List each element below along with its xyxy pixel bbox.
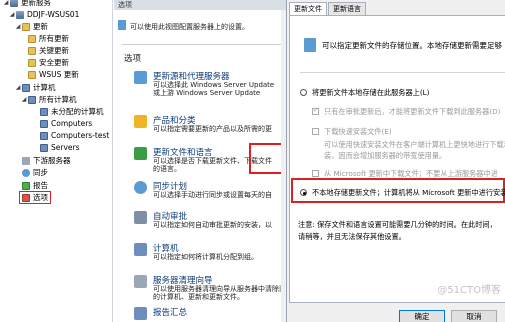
watermark: @51CTO博客	[437, 285, 501, 296]
cancel-button[interactable]: 取消	[451, 310, 497, 322]
storage-icon	[304, 38, 316, 52]
checkbox-download-from-mu[interactable]	[312, 170, 319, 177]
globe-icon	[134, 71, 147, 84]
server-icon	[16, 10, 24, 19]
radio-no-local-store-label: 不本地存储更新文件；计算机将从 Microsoft 更新中进行安装	[312, 188, 505, 197]
tree-node-all-computers[interactable]: ◢ 所有计算机	[20, 94, 77, 105]
express-description-line1: 可以使用快速安装文件在客户端计算机上更快地进行下载和安装	[324, 140, 505, 149]
tab-update-files[interactable]: 更新文件	[289, 2, 327, 16]
option-reporting-rollup[interactable]: 报告汇总	[134, 306, 286, 322]
panel-divider	[300, 72, 505, 73]
info-icon	[118, 20, 126, 30]
updates-view-icon	[28, 46, 36, 55]
updates-view-icon	[28, 58, 36, 67]
option-update-source-proxy[interactable]: 更新源和代理服务器 可以选择此 Windows Server Update 或上…	[134, 70, 286, 100]
computer-group-icon	[40, 131, 48, 140]
tree-node-all-updates[interactable]: 所有更新	[28, 33, 69, 44]
note-line2: 请稍等，并且无法保存其他设置。	[298, 232, 406, 241]
computer-group-icon	[28, 95, 36, 104]
tab-update-languages[interactable]: 更新语言	[328, 2, 366, 16]
updates-folder-icon	[22, 22, 30, 31]
ok-button[interactable]: 确定	[399, 310, 445, 322]
panel-description: 可以指定更新文件的存储位置。本地存储更新需要足够	[322, 41, 502, 50]
navigation-tree: ◢ 更新服务 ◢ DDJF-WSUS01 ◢ 更新 所有更新 关键更新 安全更新 WS…	[0, 0, 113, 322]
tree-node-options[interactable]: 选项	[19, 191, 51, 204]
computer-group-icon	[40, 119, 48, 128]
schedule-icon	[134, 181, 147, 194]
collapse-icon[interactable]: ◢	[2, 0, 10, 8]
computer-group-icon	[40, 107, 48, 116]
options-pane: 选项 可以使用此视图配置服务器上的设置。 选项 更新源和代理服务器 可以选择此 …	[114, 0, 286, 322]
pane-header: 选项	[114, 0, 286, 10]
tree-node-downstream-servers[interactable]: 下游服务器	[22, 155, 71, 166]
tree-node-unassigned-computers[interactable]: 未分配的计算机	[40, 106, 104, 117]
option-computers[interactable]: 计算机 可以指定如何将计算机分配到组。	[134, 242, 286, 272]
approvals-icon	[134, 211, 147, 224]
updates-view-icon	[28, 34, 36, 43]
radio-no-local-store[interactable]	[300, 189, 307, 196]
tree-node-wsus-updates[interactable]: WSUS 更新	[28, 69, 79, 80]
cleanup-icon	[134, 275, 147, 288]
tree-node-server[interactable]: ◢ DDJF-WSUS01	[8, 9, 80, 20]
tree-node-computers[interactable]: ◢ 计算机	[14, 82, 56, 93]
checkbox-express-files-label: 下载快速安装文件(E)	[324, 127, 392, 136]
tree-node-computers-test[interactable]: Computers-test	[40, 130, 109, 141]
collapse-icon[interactable]: ◢	[14, 21, 22, 32]
pane-description: 可以使用此视图配置服务器上的设置。	[130, 23, 249, 31]
computers-icon	[22, 83, 30, 92]
collapse-icon[interactable]: ◢	[20, 94, 28, 105]
radio-store-local-label: 将更新文件本地存储在此服务器上(L)	[312, 88, 430, 97]
update-files-icon	[134, 147, 147, 160]
tab-panel-update-files: 可以指定更新文件的存储位置。本地存储更新需要足够 将更新文件本地存储在此服务器上…	[289, 15, 505, 303]
options-icon	[22, 193, 30, 202]
reports-icon	[22, 181, 30, 190]
dialog-tabs: 更新文件 更新语言	[289, 2, 367, 16]
collapse-icon[interactable]: ◢	[8, 9, 16, 20]
section-divider	[122, 44, 286, 45]
express-description-line2: 装，因而会增加服务器的带宽使用量。	[324, 151, 447, 160]
tree-node-reports[interactable]: 报告	[22, 180, 48, 191]
products-icon	[134, 115, 147, 128]
tree-node-synchronizations[interactable]: 同步	[22, 167, 48, 178]
computer-group-icon	[40, 143, 48, 152]
tree-node-servers[interactable]: Servers	[40, 142, 80, 153]
checkbox-approved-only[interactable]	[312, 106, 319, 115]
collapse-icon[interactable]: ◢	[14, 82, 22, 93]
option-server-cleanup-wizard[interactable]: 服务器清理向导 可以使用服务器清理向导从服务器中清除旧 的计算机、更新和更新文件…	[134, 274, 286, 304]
note-line1: 注意: 保存文件和语言设置可能需要几分钟的时间。在此时间，	[298, 220, 497, 229]
rollup-icon	[134, 307, 147, 320]
sync-icon	[22, 168, 30, 177]
option-automatic-approvals[interactable]: 自动审批 可以指定如何自动审批更新的安装，以	[134, 210, 286, 240]
section-heading: 选项	[124, 54, 142, 64]
option-synchronization-schedule[interactable]: 同步计划 可以选择手动进行同步或设置每天的自	[134, 180, 286, 210]
server-icon	[10, 0, 18, 7]
updates-view-icon	[28, 70, 36, 79]
tree-node-computers-group[interactable]: Computers	[40, 118, 92, 129]
downstream-servers-icon	[22, 156, 30, 165]
tree-node-update-services[interactable]: ◢ 更新服务	[2, 0, 51, 8]
tree-node-critical-updates[interactable]: 关键更新	[28, 45, 69, 56]
update-files-dialog: 更新文件 更新语言 可以指定更新文件的存储位置。本地存储更新需要足够 将更新文件…	[286, 0, 505, 322]
computers-icon	[134, 243, 147, 256]
checkbox-approved-only-label: 只有在审批更新后，才能将更新文件下载到此服务器(D)	[324, 107, 501, 116]
tree-node-updates[interactable]: ◢ 更新	[14, 21, 48, 32]
option-products-classifications[interactable]: 产品和分类 可以指定需要更新的产品以及所需的更	[134, 114, 286, 144]
checkbox-express-files[interactable]	[312, 128, 319, 135]
tree-node-security-updates[interactable]: 安全更新	[28, 57, 69, 68]
radio-store-local[interactable]	[300, 89, 307, 96]
